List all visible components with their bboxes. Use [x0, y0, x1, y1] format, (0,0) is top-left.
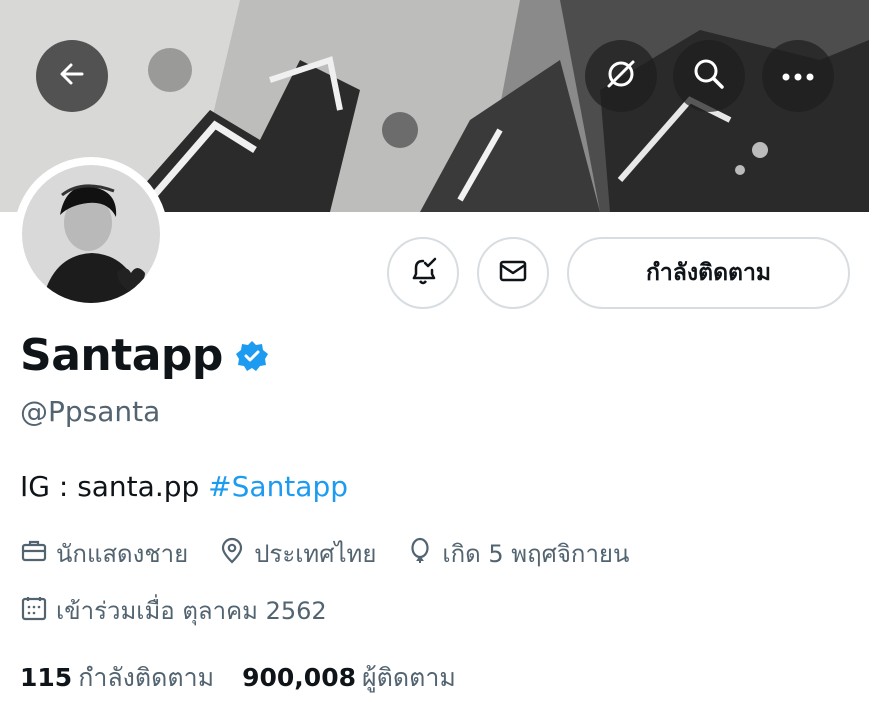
bell-check-icon	[406, 254, 440, 292]
location-pin-icon	[218, 537, 254, 571]
following-stat-link[interactable]: 115 กำลังติดตาม	[20, 658, 214, 698]
briefcase-icon	[20, 537, 56, 571]
search-icon	[692, 57, 726, 95]
search-button[interactable]	[673, 40, 745, 112]
following-button-label: กำลังติดตาม	[645, 260, 772, 286]
balloon-icon	[406, 537, 442, 571]
back-button[interactable]	[36, 40, 108, 112]
profile-handle: @Ppsanta	[20, 395, 161, 428]
arrow-left-icon	[56, 58, 88, 94]
envelope-icon	[496, 254, 530, 292]
notifications-button[interactable]	[387, 237, 459, 309]
following-label: กำลังติดตาม	[78, 663, 215, 692]
bio-text: IG : santa.pp	[20, 470, 209, 503]
grok-icon	[603, 56, 639, 96]
following-button[interactable]: กำลังติดตาม	[567, 237, 850, 309]
more-button[interactable]	[762, 40, 834, 112]
occupation-text: นักแสดงชาย	[56, 540, 189, 568]
location-text: ประเทศไทย	[254, 540, 377, 568]
verified-badge-icon[interactable]	[235, 339, 269, 373]
occupation-item: นักแสดงชาย	[20, 534, 188, 573]
display-name: Santapp	[20, 330, 223, 381]
following-count: 115	[20, 663, 73, 692]
birthday-text: เกิด 5 พฤศจิกายน	[442, 540, 630, 568]
profile-joined-row: เข้าร่วมเมื่อ ตุลาคม 2562	[20, 591, 357, 630]
profile-name-row: Santapp	[20, 330, 269, 381]
joined-text: เข้าร่วมเมื่อ ตุลาคม 2562	[56, 597, 327, 625]
more-icon	[781, 67, 815, 86]
followers-label: ผู้ติดตาม	[362, 663, 456, 692]
joined-item: เข้าร่วมเมื่อ ตุลาคม 2562	[20, 591, 327, 630]
calendar-icon	[20, 594, 56, 628]
profile-bio: IG : santa.pp #Santapp	[20, 470, 348, 503]
message-button[interactable]	[477, 237, 549, 309]
followers-stat-link[interactable]: 900,008 ผู้ติดตาม	[242, 658, 456, 698]
birthday-item: เกิด 5 พฤศจิกายน	[406, 534, 629, 573]
avatar[interactable]	[14, 157, 168, 311]
followers-count: 900,008	[242, 663, 356, 692]
bio-hashtag-link[interactable]: #Santapp	[208, 470, 348, 503]
grok-button[interactable]	[585, 40, 657, 112]
location-item: ประเทศไทย	[218, 534, 376, 573]
profile-meta-row: นักแสดงชาย ประเทศไทย เกิด 5 พฤศจิกายน	[20, 534, 659, 573]
profile-stats: 115 กำลังติดตาม 900,008 ผู้ติดตาม	[20, 658, 484, 698]
